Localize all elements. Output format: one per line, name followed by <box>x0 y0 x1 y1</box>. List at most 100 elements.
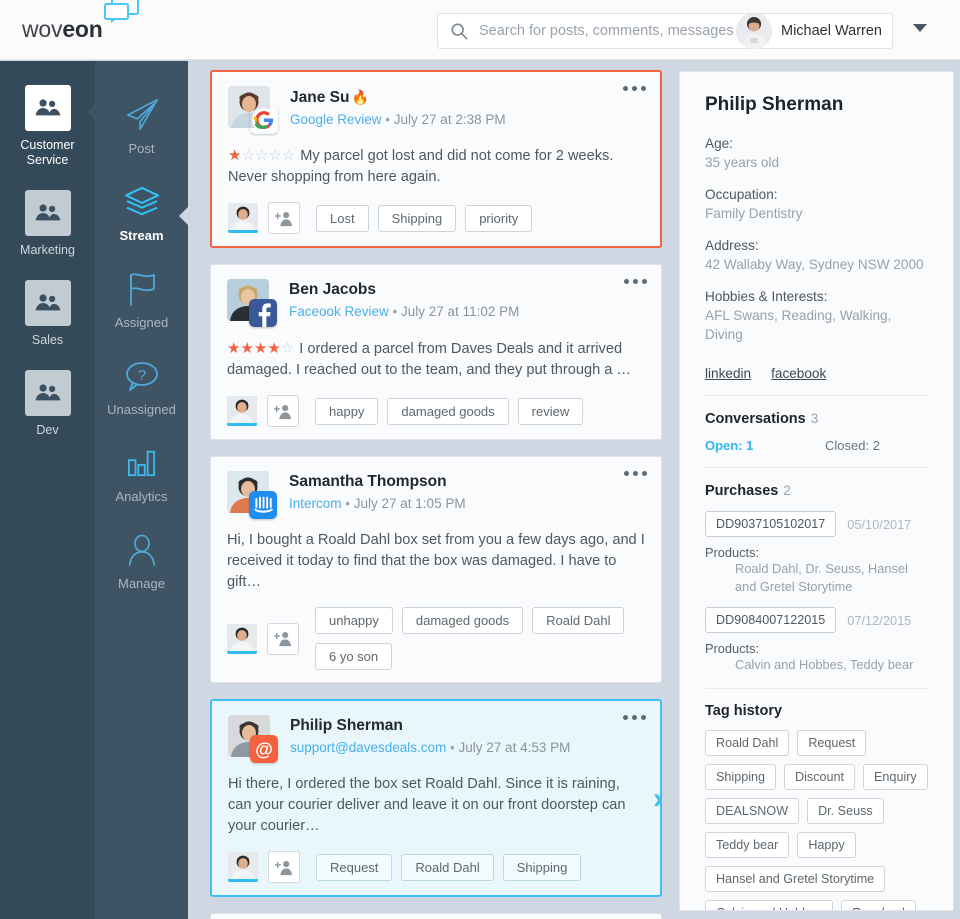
nav-item-unassigned[interactable]: ? Unassigned <box>95 356 188 417</box>
tag-chip[interactable]: DEALSNOW <box>705 798 800 824</box>
order-date: 07/12/2015 <box>847 612 912 628</box>
products-value: Roald Dahl, Dr. Seuss, Hansel and Gretel… <box>735 561 908 594</box>
add-person-icon[interactable] <box>267 395 299 427</box>
tag-chip[interactable]: happy <box>315 397 379 425</box>
author-name: Philip Sherman <box>290 717 403 734</box>
conversations-section: Conversations 3 Open: 1 Closed: 2 <box>705 410 928 453</box>
search-input[interactable] <box>479 23 736 39</box>
stream-column[interactable]: Jane Su 🔥 Google Review • July 27 at 2:38 … <box>188 61 676 919</box>
avatar <box>227 471 277 521</box>
assigned-agent-avatar[interactable] <box>228 852 264 882</box>
tag-chip[interactable]: Shipping <box>377 204 457 232</box>
more-options-icon[interactable] <box>623 86 646 91</box>
purchases-section: Purchases 2 DD9037105102017 05/10/2017 Prod… <box>705 482 928 674</box>
field-value: Family Dentistry <box>705 206 803 221</box>
nav-item-label: Manage <box>118 576 165 591</box>
tag-chip[interactable]: Lost <box>316 204 369 232</box>
tag-chip[interactable]: Calvin and Hobbes <box>705 900 834 910</box>
source-link[interactable]: Faceook Review <box>289 304 389 319</box>
tag-chip[interactable]: Request <box>797 730 867 756</box>
more-options-icon[interactable] <box>623 715 646 720</box>
profile-field: Hobbies & Interests: AFL Swans, Reading, … <box>705 287 928 344</box>
user-name: Michael Warren <box>781 23 882 39</box>
tag-chip[interactable]: Teddy bear <box>705 832 790 858</box>
nav-item-label: Unassigned <box>107 402 176 417</box>
tag-chip[interactable]: priority <box>465 204 533 232</box>
nav-item-stream[interactable]: Stream <box>95 182 189 243</box>
brand-logo[interactable]: woveon <box>22 0 139 43</box>
post-time: July 27 at 11:02 PM <box>401 304 520 319</box>
nav-item-manage[interactable]: Manage <box>95 530 188 591</box>
post-time: July 27 at 4:53 PM <box>458 740 571 755</box>
post-meta: Google Review • July 27 at 2:38 PM <box>290 112 506 127</box>
stream-card[interactable]: Angie TribecaFacebook Review • July 27 a… <box>210 913 662 919</box>
tag-chip[interactable]: unhappy <box>315 607 393 634</box>
source-link[interactable]: support@davesdeals.com <box>290 740 446 755</box>
user-menu[interactable]: Michael Warren <box>736 13 892 49</box>
field-label: Age: <box>705 136 733 151</box>
assigned-agent-avatar[interactable] <box>228 203 264 233</box>
link-facebook[interactable]: facebook <box>771 366 826 381</box>
post-time: July 27 at 1:05 PM <box>353 496 466 511</box>
tag-chip[interactable]: Shipping <box>705 764 777 790</box>
card-header: Ben Jacobs Faceook Review • July 27 at 11… <box>227 279 645 329</box>
people-icon <box>24 280 71 326</box>
tag-chip[interactable]: Roald Dahl <box>401 853 494 881</box>
tag-chip[interactable]: Roald Dahl <box>532 607 625 634</box>
tag-chip[interactable]: Dr. Seuss <box>807 798 884 824</box>
sidebar-item-sales[interactable]: Sales <box>0 280 95 348</box>
nav-item-assigned[interactable]: Assigned <box>95 269 188 330</box>
star-rating: ★☆☆☆☆ <box>228 147 296 164</box>
tag-chip[interactable]: Resolved <box>841 900 916 910</box>
nav-item-post[interactable]: Post <box>95 95 188 156</box>
sidebar-item-marketing[interactable]: Marketing <box>0 190 95 258</box>
sidebar-item-customer-service[interactable]: Customer Service <box>0 85 96 168</box>
profile-fields: Age: 35 years old Occupation: Family Dentis… <box>705 134 928 344</box>
tag-chip[interactable]: Request <box>316 853 393 881</box>
nav-item-label: Analytics <box>115 489 168 504</box>
conversations-closed[interactable]: Closed: 2 <box>825 438 880 453</box>
tag-chip[interactable]: 6 yo son <box>315 643 393 670</box>
assigned-agent-avatar[interactable] <box>227 396 263 426</box>
tag-list: unhappy damaged goods Roald Dahl 6 yo son <box>315 607 645 670</box>
post-time: July 27 at 2:38 PM <box>393 112 506 127</box>
conversations-open[interactable]: Open: 1 <box>705 438 825 453</box>
chevron-down-icon[interactable] <box>913 24 927 32</box>
post-meta: support@davesdeals.com • July 27 at 4:53… <box>290 740 571 755</box>
products-label: Products: <box>705 641 760 656</box>
assigned-agent-avatar[interactable] <box>227 623 263 654</box>
layers-icon <box>120 182 164 222</box>
sidebar-item-dev[interactable]: Dev <box>0 370 95 438</box>
stream-card[interactable]: Jane Su 🔥 Google Review • July 27 at 2:38 … <box>210 70 662 248</box>
link-linkedin[interactable]: linkedin <box>705 366 751 381</box>
tag-chip[interactable]: Shipping <box>502 853 582 881</box>
card-header: Jane Su 🔥 Google Review • July 27 at 2:38 … <box>228 86 644 136</box>
tag-chip[interactable]: Happy <box>797 832 856 858</box>
search-bar[interactable]: Michael Warren <box>437 13 893 49</box>
more-options-icon[interactable] <box>624 279 647 284</box>
tag-chip[interactable]: Enquiry <box>863 764 928 790</box>
tag-chip[interactable]: damaged goods <box>401 607 524 634</box>
add-person-icon[interactable] <box>267 622 299 655</box>
top-bar: woveon Search for posts, comments, messa… <box>0 0 960 60</box>
source-link[interactable]: Google Review <box>290 112 382 127</box>
stream-card[interactable]: Samantha Thompson Intercom • July 27 at 1… <box>210 456 662 683</box>
tag-chip[interactable]: review <box>517 397 584 425</box>
tag-chip[interactable]: Discount <box>784 764 856 790</box>
order-id[interactable]: DD9037105102017 <box>705 511 837 537</box>
stream-card[interactable]: @ Philip Sherman support@davesdeals.com • … <box>210 699 663 897</box>
order-id[interactable]: DD9084007122015 <box>705 607 837 633</box>
add-person-icon[interactable] <box>268 851 300 883</box>
nav-item-analytics[interactable]: Analytics <box>95 443 188 504</box>
conversations-title: Conversations <box>705 411 806 427</box>
add-person-icon[interactable] <box>268 202 300 234</box>
chevron-right-icon[interactable]: › <box>653 784 663 814</box>
more-options-icon[interactable] <box>624 471 647 476</box>
purchase-item: DD9084007122015 07/12/2015 Products: Calvin… <box>705 607 928 674</box>
field-label: Address: <box>705 238 759 253</box>
stream-card[interactable]: Ben Jacobs Faceook Review • July 27 at 11… <box>210 264 662 440</box>
tag-chip[interactable]: Roald Dahl <box>705 730 790 756</box>
source-link[interactable]: Intercom <box>289 496 342 511</box>
tag-chip[interactable]: Hansel and Gretel Storytime <box>705 866 886 892</box>
tag-chip[interactable]: damaged goods <box>387 397 509 425</box>
